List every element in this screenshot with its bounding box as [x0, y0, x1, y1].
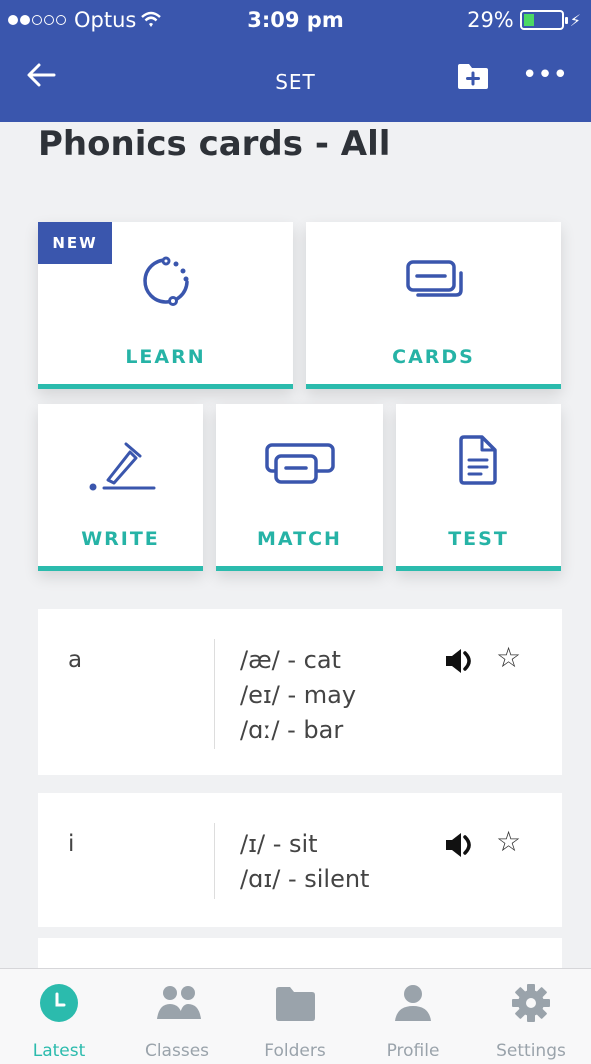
pen-icon: [89, 442, 156, 491]
speaker-icon: [446, 649, 471, 673]
main-content: Phonics cards - All NEW LEARN CARDS WRIT…: [0, 122, 591, 968]
tab-bar: Latest Classes Folders Profile Settings: [0, 968, 591, 1064]
battery-percent: 29%: [467, 8, 514, 32]
tab-label: Classes: [144, 1041, 210, 1061]
new-badge: NEW: [38, 222, 112, 264]
clock-icon: [40, 984, 78, 1022]
tab-settings[interactable]: Settings: [472, 969, 590, 1064]
nav-title: SET: [275, 70, 316, 94]
star-icon[interactable]: ☆: [496, 825, 521, 858]
write-mode-button[interactable]: WRITE: [38, 404, 203, 571]
tab-label: Folders: [264, 1041, 326, 1061]
term-card[interactable]: i /ɪ/ - sit /ɑɪ/ - silent ☆: [38, 793, 562, 927]
tab-label: Settings: [496, 1041, 566, 1061]
people-icon: [157, 986, 201, 1019]
definition-line: /ɪ/ - sit: [240, 830, 318, 858]
folder-add-icon: [458, 64, 488, 89]
cards-mode-button[interactable]: CARDS: [306, 222, 561, 389]
add-to-folder-button[interactable]: [456, 62, 496, 98]
learn-mode-button[interactable]: NEW LEARN: [38, 222, 293, 389]
definition-line: /ɑː/ - bar: [240, 716, 344, 744]
top-bar: Optus 3:09 pm 29% ⚡ SET •••: [0, 0, 591, 122]
learn-label: LEARN: [125, 346, 206, 368]
tab-label: Profile: [386, 1041, 440, 1061]
learn-icon: [143, 256, 189, 306]
status-bar: Optus 3:09 pm 29% ⚡: [0, 0, 591, 40]
tab-classes[interactable]: Classes: [118, 969, 236, 1064]
term-card[interactable]: a /æ/ - cat /eɪ/ - may /ɑː/ - bar ☆: [38, 609, 562, 775]
audio-button[interactable]: [444, 647, 478, 679]
document-icon: [459, 435, 497, 485]
tab-profile[interactable]: Profile: [354, 969, 472, 1064]
definition-list: /ɪ/ - sit /ɑɪ/ - silent: [240, 827, 369, 897]
match-label: MATCH: [257, 528, 342, 550]
gear-icon: [512, 984, 550, 1022]
term-text: i: [68, 831, 75, 857]
speaker-icon: [446, 833, 471, 857]
divider: [214, 639, 215, 749]
term-card[interactable]: [38, 938, 562, 968]
page-title: Phonics cards - All: [38, 124, 391, 164]
audio-button[interactable]: [444, 831, 478, 863]
tab-latest[interactable]: Latest: [0, 969, 118, 1064]
definition-list: /æ/ - cat /eɪ/ - may /ɑː/ - bar: [240, 643, 356, 748]
folder-icon: [276, 987, 315, 1021]
cards-icon: [406, 260, 463, 297]
star-icon[interactable]: ☆: [496, 641, 521, 674]
term-text: a: [68, 647, 83, 673]
tab-folders[interactable]: Folders: [236, 969, 354, 1064]
write-label: WRITE: [81, 528, 160, 550]
definition-line: /æ/ - cat: [240, 646, 341, 674]
person-icon: [395, 985, 431, 1021]
divider: [214, 823, 215, 899]
match-icon: [265, 443, 335, 484]
nav-bar: SET •••: [0, 48, 591, 112]
test-mode-button[interactable]: TEST: [396, 404, 561, 571]
tab-label: Latest: [32, 1041, 86, 1061]
more-options-button[interactable]: •••: [522, 62, 568, 96]
match-mode-button[interactable]: MATCH: [216, 404, 383, 571]
definition-line: /eɪ/ - may: [240, 681, 357, 709]
cards-label: CARDS: [392, 346, 475, 368]
test-label: TEST: [448, 528, 509, 550]
battery-icon: [519, 10, 568, 30]
charging-icon: ⚡: [569, 10, 581, 30]
definition-line: /ɑɪ/ - silent: [240, 865, 370, 893]
